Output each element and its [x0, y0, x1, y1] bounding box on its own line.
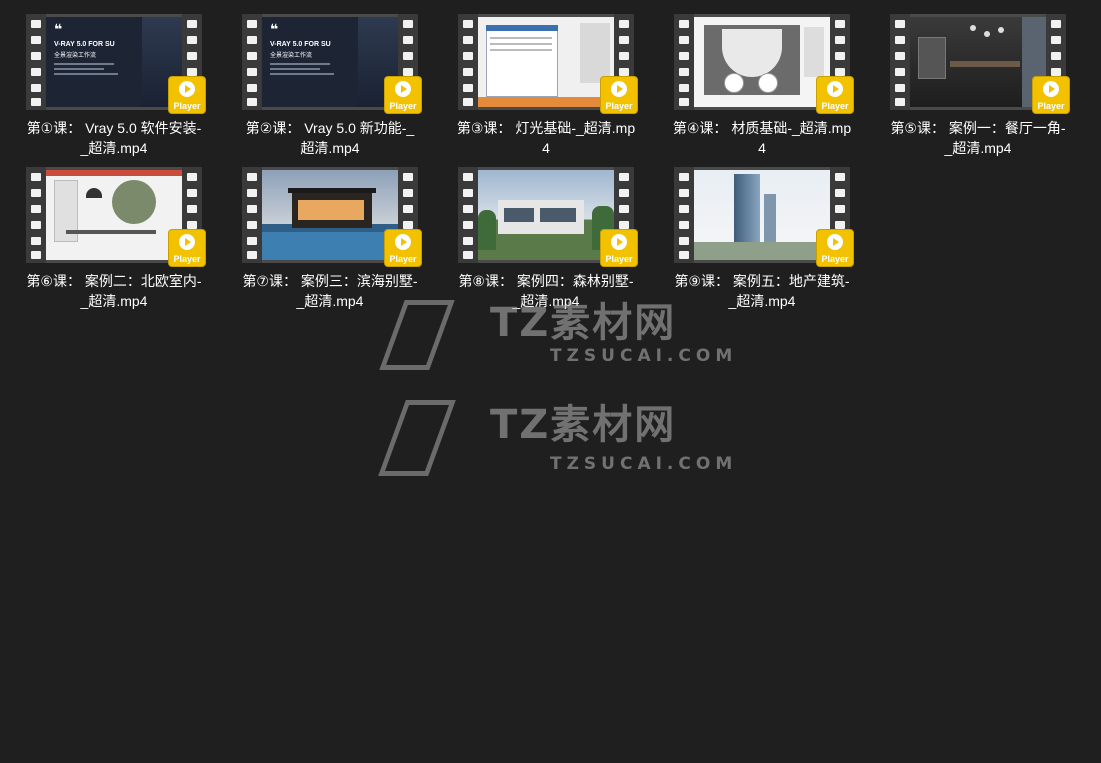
film-strip-left	[674, 14, 694, 110]
video-thumbnail[interactable]: Player	[26, 167, 206, 267]
video-file-item[interactable]: Player 第⑧课： 案例四：森林别墅-_超清.mp4	[453, 153, 639, 311]
film-strip-left	[242, 167, 262, 263]
thumbnail-image: ❝ V-RAY 5.0 FOR SU 全景渲染工作流	[262, 17, 398, 107]
video-file-item[interactable]: ❝ V-RAY 5.0 FOR SU 全景渲染工作流 Player 第②课： V…	[237, 0, 423, 158]
file-name: 第⑦课： 案例三：滨海别墅-_超清.mp4	[242, 273, 418, 309]
film-strip-left	[458, 14, 478, 110]
watermark-domain: TZSUCAI.COM	[550, 346, 738, 366]
file-name: 第③课： 灯光基础-_超清.mp4	[456, 120, 636, 156]
file-name: 第⑤课： 案例一：餐厅一角-_超清.mp4	[890, 120, 1066, 156]
player-badge-icon: Player	[168, 76, 206, 114]
file-name: 第①课： Vray 5.0 软件安装-_超清.mp4	[26, 120, 202, 156]
video-thumbnail[interactable]: Player	[458, 167, 638, 267]
video-thumbnail[interactable]: Player	[242, 167, 422, 267]
player-badge-icon: Player	[816, 76, 854, 114]
player-badge-icon: Player	[384, 229, 422, 267]
slide-subtitle: 全景渲染工作流	[270, 53, 313, 59]
video-file-item[interactable]: Player 第④课： 材质基础-_超清.mp4	[669, 0, 855, 158]
player-badge-icon: Player	[168, 229, 206, 267]
slide-subtitle: 全景渲染工作流	[54, 53, 97, 59]
video-file-item[interactable]: Player 第⑨课： 案例五：地产建筑-_超清.mp4	[669, 153, 855, 311]
thumbnail-image	[262, 170, 398, 260]
slide-title: V-RAY 5.0 FOR SU	[54, 41, 115, 48]
player-badge-icon: Player	[600, 229, 638, 267]
video-thumbnail[interactable]: ❝ V-RAY 5.0 FOR SU 全景渲染工作流 Player	[26, 14, 206, 114]
film-strip-left	[890, 14, 910, 110]
thumbnail-image: ❝ V-RAY 5.0 FOR SU 全景渲染工作流	[46, 17, 182, 107]
player-badge-icon: Player	[384, 76, 422, 114]
player-badge-icon: Player	[816, 229, 854, 267]
thumbnail-image	[478, 170, 614, 260]
thumbnail-image	[46, 170, 182, 260]
slide-title: V-RAY 5.0 FOR SU	[270, 41, 331, 48]
thumbnail-image	[694, 17, 830, 107]
file-name: 第⑨课： 案例五：地产建筑-_超清.mp4	[674, 273, 850, 309]
watermark-brand: TZ素材网	[490, 402, 677, 448]
watermark-brand: TZ素材网	[490, 300, 677, 346]
video-thumbnail[interactable]: Player	[890, 14, 1070, 114]
thumbnail-image	[694, 170, 830, 260]
video-thumbnail[interactable]: Player	[458, 14, 638, 114]
thumbnail-image	[910, 17, 1046, 107]
film-strip-left	[458, 167, 478, 263]
watermark-domain: TZSUCAI.COM	[550, 454, 738, 474]
video-thumbnail[interactable]: Player	[674, 167, 854, 267]
file-grid: ❝ V-RAY 5.0 FOR SU 全景渲染工作流 Player 第①课： V…	[0, 0, 1101, 763]
film-strip-left	[26, 14, 46, 110]
video-file-item[interactable]: Player 第③课： 灯光基础-_超清.mp4	[453, 0, 639, 158]
video-file-item[interactable]: Player 第⑦课： 案例三：滨海别墅-_超清.mp4	[237, 153, 423, 311]
file-name: 第②课： Vray 5.0 新功能-_超清.mp4	[245, 120, 415, 156]
film-strip-left	[674, 167, 694, 263]
player-badge-icon: Player	[600, 76, 638, 114]
file-name: 第④课： 材质基础-_超清.mp4	[672, 120, 852, 156]
thumbnail-image	[478, 17, 614, 107]
file-name: 第⑥课： 案例二：北欧室内-_超清.mp4	[26, 273, 202, 309]
video-file-item[interactable]: ❝ V-RAY 5.0 FOR SU 全景渲染工作流 Player 第①课： V…	[21, 0, 207, 158]
video-file-item[interactable]: Player 第⑥课： 案例二：北欧室内-_超清.mp4	[21, 153, 207, 311]
video-file-item[interactable]: Player 第⑤课： 案例一：餐厅一角-_超清.mp4	[885, 0, 1071, 158]
video-thumbnail[interactable]: Player	[674, 14, 854, 114]
video-thumbnail[interactable]: ❝ V-RAY 5.0 FOR SU 全景渲染工作流 Player	[242, 14, 422, 114]
film-strip-left	[26, 167, 46, 263]
player-badge-icon: Player	[1032, 76, 1070, 114]
watermark-logo-icon	[378, 400, 456, 476]
film-strip-left	[242, 14, 262, 110]
